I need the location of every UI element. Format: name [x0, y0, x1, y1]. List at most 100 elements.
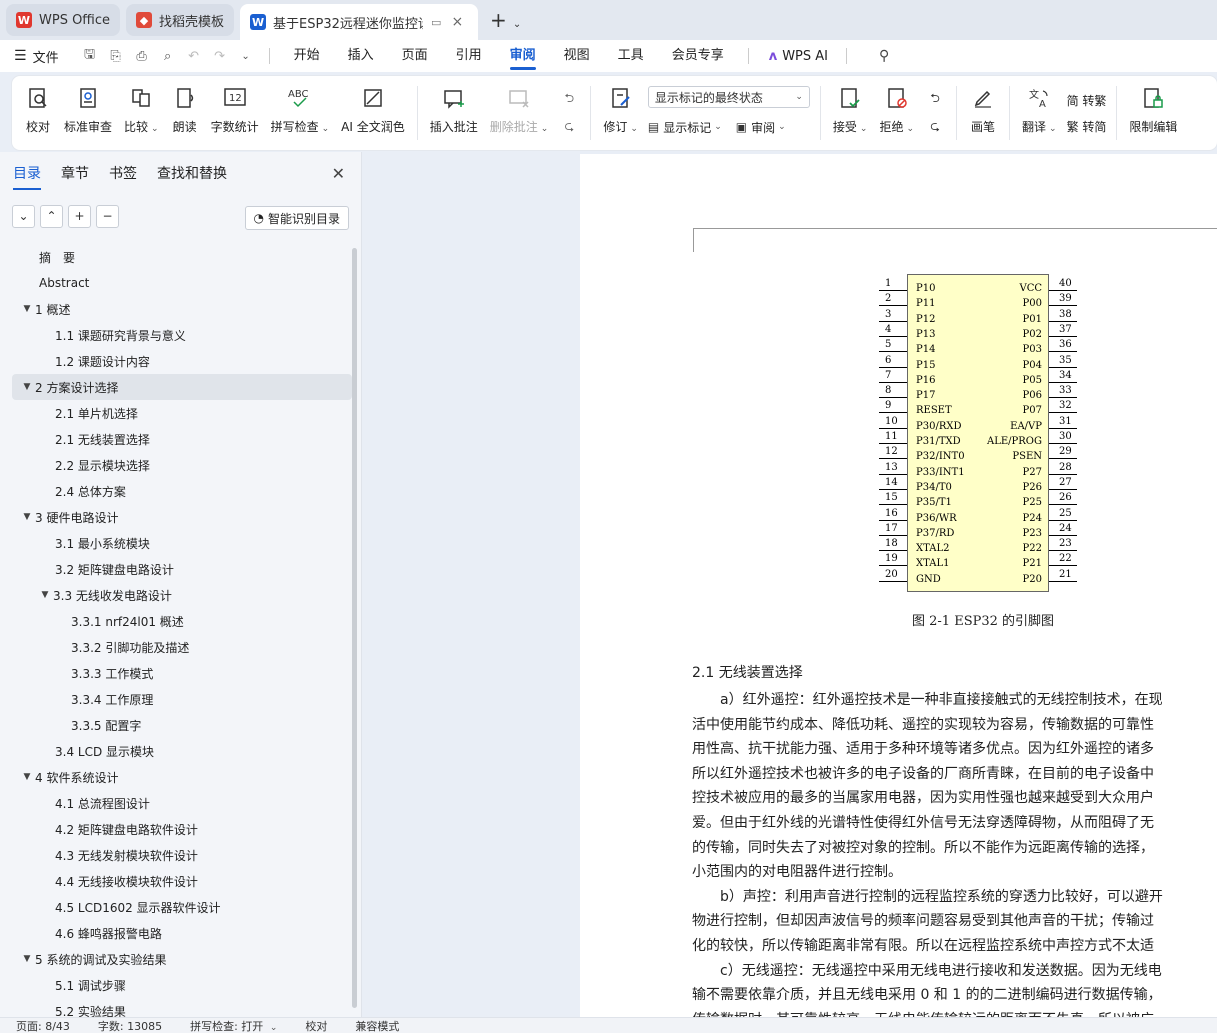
previous-change-icon[interactable]: ⮌	[924, 89, 946, 109]
menu-home[interactable]: 开始	[294, 40, 320, 72]
track-changes-button[interactable]: 修订 ⌄	[597, 76, 644, 150]
menu-review[interactable]: 审阅	[509, 40, 536, 72]
accept-button[interactable]: 接受 ⌄	[827, 76, 874, 150]
standard-review-button[interactable]: 标准审查	[58, 76, 118, 150]
toc-item[interactable]: 3.4 LCD 显示模块	[12, 738, 352, 764]
collapse-arrow-icon[interactable]: ▼	[20, 772, 34, 782]
tab-wps-office[interactable]: W WPS Office	[6, 4, 121, 36]
print-preview-icon[interactable]: ⌕	[155, 49, 181, 64]
toc-item[interactable]: ▼ 1 概述	[12, 296, 352, 322]
collapse-arrow-icon[interactable]: ▼	[20, 304, 34, 314]
collapse-arrow-icon[interactable]: ▼	[20, 382, 34, 392]
search-icon[interactable]: ⚲	[879, 48, 889, 64]
close-icon[interactable]: ×	[451, 14, 463, 30]
collapse-arrow-icon[interactable]: ▼	[20, 512, 34, 522]
delete-comment-button[interactable]: 删除批注 ⌄	[484, 76, 555, 150]
toc-item[interactable]: 3.1 最小系统模块	[12, 530, 352, 556]
restrict-edit-button[interactable]: 限制编辑	[1123, 76, 1183, 150]
toc-item[interactable]: 2.1 无线装置选择	[12, 426, 352, 452]
menu-member[interactable]: 会员专享	[672, 40, 724, 72]
chevron-down-icon[interactable]: ⌄	[233, 51, 259, 62]
toc-item[interactable]: 2.2 显示模块选择	[12, 452, 352, 478]
next-comment-icon[interactable]: ⮎	[558, 117, 580, 137]
previous-comment-icon[interactable]: ⮌	[558, 89, 580, 109]
word-count-button[interactable]: 12 字数统计	[205, 76, 265, 150]
toc-item[interactable]: 5.1 调试步骤	[12, 972, 352, 998]
tab-document[interactable]: W 基于ESP32远程迷你监控设备 ▭ ×	[240, 4, 479, 40]
remove-heading-icon[interactable]: −	[96, 204, 119, 228]
toc-item[interactable]: 3.3.1 nrf24l01 概述	[12, 608, 352, 634]
toc-item[interactable]: 4.4 无线接收模块软件设计	[12, 868, 352, 894]
undo-icon[interactable]: ↶	[181, 49, 207, 64]
toc-item[interactable]: Abstract	[12, 270, 352, 296]
menu-tools[interactable]: 工具	[618, 40, 644, 72]
new-tab-icon[interactable]: +	[490, 8, 507, 32]
tab-find-replace[interactable]: 查找和替换	[157, 152, 227, 196]
compare-button[interactable]: 比较 ⌄	[118, 76, 165, 150]
toc-item[interactable]: 3.3.2 引脚功能及描述	[12, 634, 352, 660]
tab-bookmarks[interactable]: 书签	[109, 152, 137, 196]
tab-chapters[interactable]: 章节	[61, 152, 89, 196]
toc-scrollbar[interactable]	[352, 248, 357, 1008]
ai-polish-button[interactable]: AI 全文润色	[335, 76, 411, 150]
file-menu[interactable]: ☰ 文件	[14, 47, 59, 66]
collapse-arrow-icon[interactable]: ▼	[20, 954, 34, 964]
toc-item[interactable]: 4.1 总流程图设计	[12, 790, 352, 816]
menu-page[interactable]: 页面	[402, 40, 428, 72]
read-aloud-button[interactable]: 朗读	[165, 76, 205, 150]
spell-check-button[interactable]: ABC 拼写检查 ⌄	[265, 76, 336, 150]
collapse-arrow-icon[interactable]: ▼	[38, 590, 52, 600]
page-indicator[interactable]: 页面: 8/43	[16, 1018, 70, 1033]
markup-state-select[interactable]: 显示标记的最终状态 ⌄	[647, 86, 810, 108]
toc-item[interactable]: 4.6 蜂鸣器报警电路	[12, 920, 352, 946]
review-pane-button[interactable]: ▣ 审阅 ⌄	[736, 114, 786, 140]
expand-down-icon[interactable]: ⌄	[12, 204, 35, 228]
toc-item[interactable]: 4.3 无线发射模块软件设计	[12, 842, 352, 868]
reject-button[interactable]: 拒绝 ⌄	[873, 76, 920, 150]
menu-view[interactable]: 视图	[564, 40, 590, 72]
show-markup-button[interactable]: ▤ 显示标记 ⌄	[648, 114, 722, 140]
word-count[interactable]: 字数: 13085	[98, 1018, 162, 1033]
toc-item[interactable]: ▼ 3 硬件电路设计	[12, 504, 352, 530]
redo-icon[interactable]: ↷	[207, 49, 233, 64]
menu-insert[interactable]: 插入	[348, 40, 374, 72]
toc-item[interactable]: 3.2 矩阵键盘电路设计	[12, 556, 352, 582]
toc-item[interactable]: 4.5 LCD1602 显示器软件设计	[12, 894, 352, 920]
close-icon[interactable]: ✕	[332, 164, 345, 183]
tab-toc[interactable]: 目录	[13, 152, 41, 196]
insert-comment-button[interactable]: 插入批注	[424, 76, 484, 150]
translate-button[interactable]: 文A 翻译 ⌄	[1016, 76, 1063, 150]
toc-item[interactable]: 3.3.3 工作模式	[12, 660, 352, 686]
print-icon[interactable]: ⎙	[129, 49, 155, 64]
monitor-icon[interactable]: ▭	[431, 16, 441, 29]
toc-item[interactable]: 摘 要	[12, 244, 352, 270]
next-change-icon[interactable]: ⮎	[924, 117, 946, 137]
toc-item[interactable]: ▼ 5 系统的调试及实验结果	[12, 946, 352, 972]
proof-status[interactable]: 校对	[305, 1018, 327, 1033]
smart-toc-button[interactable]: ◔ 智能识别目录	[244, 206, 349, 230]
toc-item[interactable]: 1.2 课题设计内容	[12, 348, 352, 374]
document-page[interactable]: 1 P10 2 P11 3 P12 4 P13 5 P14 6 P15 7 P16 8 P17 9 RESET 10…	[580, 154, 1217, 1017]
menu-reference[interactable]: 引用	[456, 40, 482, 72]
tab-template[interactable]: ◆ 找稻壳模板	[126, 4, 235, 36]
proofread-button[interactable]: 校对	[18, 76, 58, 150]
toc-item[interactable]: 4.2 矩阵键盘电路软件设计	[12, 816, 352, 842]
toc-item[interactable]: ▼ 3.3 无线收发电路设计	[12, 582, 352, 608]
toc-item[interactable]: 3.3.4 工作原理	[12, 686, 352, 712]
export-icon[interactable]: ⎘	[103, 49, 129, 64]
add-heading-icon[interactable]: +	[68, 204, 91, 228]
toc-item[interactable]: 3.3.5 配置字	[12, 712, 352, 738]
wps-ai-button[interactable]: ʌ WPS AI	[769, 49, 828, 64]
toc-item[interactable]: ▼ 2 方案设计选择	[12, 374, 352, 400]
collapse-up-icon[interactable]: ⌃	[40, 204, 63, 228]
save-icon[interactable]: 🖫	[77, 45, 103, 67]
to-simplified-button[interactable]: 繁 转简	[1067, 113, 1107, 139]
toc-item[interactable]: 2.4 总体方案	[12, 478, 352, 504]
toc-item[interactable]: ▼ 4 软件系统设计	[12, 764, 352, 790]
to-traditional-button[interactable]: 简 转繁	[1067, 87, 1107, 113]
toc-item[interactable]: 2.1 单片机选择	[12, 400, 352, 426]
toc-item[interactable]: 1.1 课题研究背景与意义	[12, 322, 352, 348]
pen-button[interactable]: 画笔	[963, 76, 1003, 150]
chevron-down-icon[interactable]: ⌄	[513, 19, 521, 30]
spell-check-status[interactable]: 拼写检查: 打开 ⌄	[190, 1018, 277, 1033]
